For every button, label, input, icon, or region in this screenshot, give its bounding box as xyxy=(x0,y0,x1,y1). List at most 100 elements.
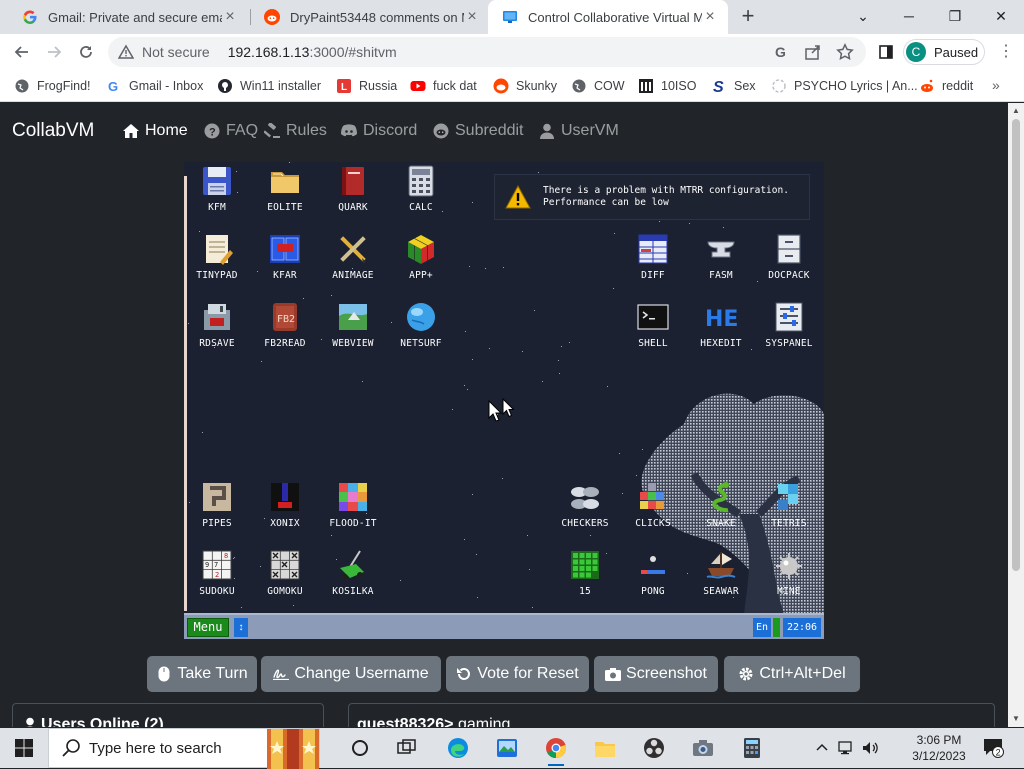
start-button[interactable] xyxy=(0,728,48,768)
tray-chevron-icon[interactable] xyxy=(814,728,830,768)
camera-icon[interactable] xyxy=(687,734,719,762)
bookmark-item[interactable]: reddit xyxy=(919,77,973,95)
taskbar-search-box[interactable]: Type here to search xyxy=(48,728,320,769)
vm-desktop-icon-webview[interactable]: WEBVIEW xyxy=(321,300,385,362)
close-icon[interactable]: × xyxy=(702,9,718,25)
obs-icon[interactable] xyxy=(638,734,670,762)
site-brand[interactable]: CollabVM xyxy=(12,120,94,142)
vm-desktop-icon-snake[interactable]: SNAKE xyxy=(689,480,753,542)
close-icon[interactable]: × xyxy=(464,9,480,25)
vm-desktop-icon-sudoku[interactable]: 8 9 7 2 SUDOKU xyxy=(185,548,249,610)
task-view-icon[interactable] xyxy=(391,734,423,762)
forward-button[interactable] xyxy=(42,40,66,64)
new-tab-button[interactable]: + xyxy=(736,5,760,29)
address-bar[interactable]: Not secure 192.168.1.13:3000/#shitvm G xyxy=(108,37,866,67)
tab-gmail[interactable]: Gmail: Private and secure email at × xyxy=(8,0,248,34)
vm-desktop-icon-kfar[interactable]: KFAR xyxy=(253,232,317,294)
security-label[interactable]: Not secure xyxy=(142,44,210,60)
vm-clock[interactable]: 22:06 xyxy=(783,618,821,637)
edge-icon[interactable] xyxy=(442,734,474,762)
page-scrollbar[interactable]: ▲ ▼ xyxy=(1008,103,1024,727)
vm-desktop-icon-xonix[interactable]: XONIX xyxy=(253,480,317,542)
change-username-button[interactable]: Change Username xyxy=(261,656,441,692)
vm-desktop-icon-eolite[interactable]: EOLITE xyxy=(253,164,317,226)
close-window-button[interactable]: ✕ xyxy=(978,0,1024,32)
ctrl-alt-del-button[interactable]: Ctrl+Alt+Del xyxy=(724,656,860,692)
vm-desktop-icon-hexedit[interactable]: HE HEXEDIT xyxy=(689,300,753,362)
vm-desktop-icon-quark[interactable]: QUARK xyxy=(321,164,385,226)
vm-language-indicator[interactable]: En xyxy=(753,618,771,637)
vm-desktop-icon-tetris[interactable]: TETRIS xyxy=(757,480,821,542)
google-translate-icon[interactable]: G xyxy=(772,43,790,64)
bookmark-item[interactable]: S Sex xyxy=(711,77,756,95)
restore-button[interactable]: ❐ xyxy=(932,0,978,32)
vm-desktop-icon-15[interactable]: 15 xyxy=(553,548,617,610)
vm-desktop-icon-gomoku[interactable]: GOMOKU xyxy=(253,548,317,610)
file-explorer-icon[interactable] xyxy=(589,734,621,762)
minimize-button[interactable]: ─ xyxy=(886,0,932,32)
vm-desktop-icon-pipes[interactable]: PIPES xyxy=(185,480,249,542)
vm-desktop-icon-kosilka[interactable]: KOSILKA xyxy=(321,548,385,610)
vm-menu-button[interactable]: Menu xyxy=(187,618,229,637)
vm-desktop-icon-syspanel[interactable]: SYSPANEL xyxy=(757,300,821,362)
vm-desktop-icon-rdsave[interactable]: RDSAVE xyxy=(185,300,249,362)
take-turn-button[interactable]: Take Turn xyxy=(147,656,257,692)
vm-desktop-icon-checkers[interactable]: CHECKERS xyxy=(553,480,617,542)
vote-reset-button[interactable]: Vote for Reset xyxy=(446,656,589,692)
chrome-icon[interactable] xyxy=(540,734,572,766)
warning-triangle-icon[interactable] xyxy=(118,44,134,60)
tab-collabvm[interactable]: Control Collaborative Virtual Mac × xyxy=(488,0,728,34)
bookmark-star-icon[interactable] xyxy=(836,43,854,64)
vm-desktop-icon-mine[interactable]: MINE xyxy=(757,548,821,610)
notification-center-icon[interactable]: 2 xyxy=(982,736,1004,758)
vm-display[interactable]: There is a problem with MTRR configurati… xyxy=(184,162,824,639)
bookmark-item[interactable]: PSYCHO Lyrics | An... xyxy=(771,77,918,95)
back-button[interactable] xyxy=(10,40,34,64)
bookmark-item[interactable]: COW xyxy=(571,77,625,95)
nav-discord[interactable]: Discord xyxy=(340,122,417,140)
scroll-down-icon[interactable]: ▼ xyxy=(1008,712,1024,726)
vm-desktop-icon-fasm[interactable]: FASM xyxy=(689,232,753,294)
vm-desktop-icon-shell[interactable]: SHELL xyxy=(621,300,685,362)
nav-uservm[interactable]: UserVM xyxy=(538,122,619,140)
bookmark-item[interactable]: Win11 installer xyxy=(217,77,321,95)
bookmarks-overflow-icon[interactable]: » xyxy=(992,77,1000,93)
nav-faq[interactable]: ? FAQ xyxy=(203,122,258,140)
tab-search-button[interactable]: ⌄ xyxy=(840,0,886,32)
cortana-icon[interactable] xyxy=(344,734,376,762)
bookmark-item[interactable]: G Gmail - Inbox xyxy=(106,77,203,95)
calculator-icon[interactable] xyxy=(736,734,768,762)
close-icon[interactable]: × xyxy=(222,9,238,25)
vm-desktop-icon-app-[interactable]: APP+ xyxy=(389,232,453,294)
vm-desktop-icon-docpack[interactable]: DOCPACK xyxy=(757,232,821,294)
vm-desktop-icon-seawar[interactable]: SEAWAR xyxy=(689,548,753,610)
vm-desktop-icon-calc[interactable]: CALC xyxy=(389,164,453,226)
vm-desktop-icon-flood-it[interactable]: FLOOD-IT xyxy=(321,480,385,542)
vm-desktop-icon-animage[interactable]: ANIMAGE xyxy=(321,232,385,294)
mtrr-warning-notification[interactable]: There is a problem with MTRR configurati… xyxy=(494,174,810,220)
bookmark-item[interactable]: Skunky xyxy=(493,77,557,95)
menu-kebab-icon[interactable]: ⋮ xyxy=(996,40,1016,64)
vm-desktop-icon-pong[interactable]: PONG xyxy=(621,548,685,610)
bookmark-item[interactable]: 10ISO xyxy=(638,77,696,95)
reload-button[interactable] xyxy=(74,40,98,64)
profile-button[interactable]: C Paused xyxy=(903,39,985,65)
scrollbar-thumb[interactable] xyxy=(1012,119,1020,571)
nav-subreddit[interactable]: Subreddit xyxy=(432,122,524,140)
bookmark-item[interactable]: FrogFind! xyxy=(14,77,91,95)
bookmark-item[interactable]: fuck dat xyxy=(410,77,477,95)
photos-icon[interactable] xyxy=(491,734,523,762)
vm-desktop-icon-kfm[interactable]: KFM xyxy=(185,164,249,226)
vm-switch-arrows-icon[interactable]: ↕ xyxy=(234,618,248,637)
side-panel-button[interactable] xyxy=(874,40,898,64)
vm-desktop-icon-netsurf[interactable]: NETSURF xyxy=(389,300,453,362)
nav-rules[interactable]: Rules xyxy=(263,122,327,140)
screenshot-button[interactable]: Screenshot xyxy=(594,656,718,692)
nav-home[interactable]: Home xyxy=(122,122,188,140)
system-clock[interactable]: 3:06 PM 3/12/2023 xyxy=(900,732,978,764)
scroll-up-icon[interactable]: ▲ xyxy=(1008,104,1024,118)
network-icon[interactable] xyxy=(838,728,856,768)
share-icon[interactable] xyxy=(804,43,822,64)
vm-desktop-icon-diff[interactable]: DIFF xyxy=(621,232,685,294)
bookmark-item[interactable]: L Russia xyxy=(336,77,397,95)
